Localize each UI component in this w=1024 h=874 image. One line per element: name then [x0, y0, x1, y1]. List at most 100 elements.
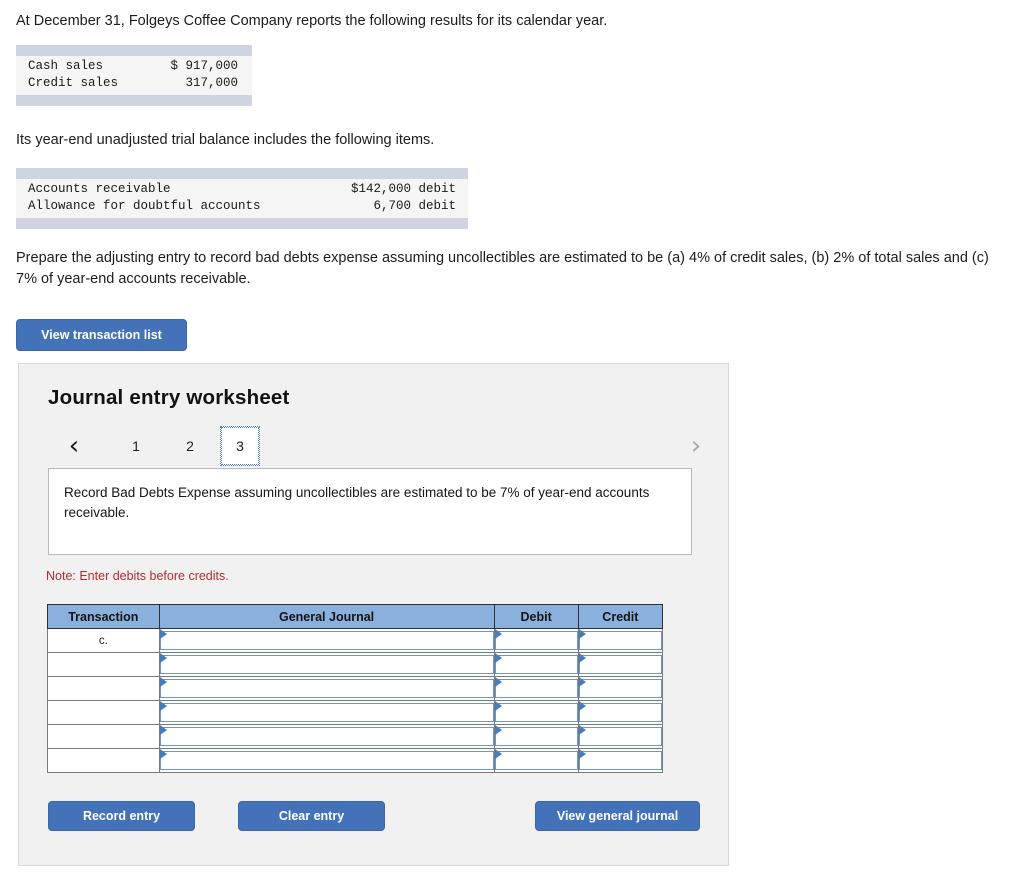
debit-cell[interactable] [493, 652, 579, 677]
general-journal-dropdown[interactable] [159, 679, 494, 698]
row-label: Allowance for doubtful accounts [28, 199, 261, 213]
dropdown-arrow-icon [159, 653, 167, 663]
dropdown-arrow-icon [578, 749, 586, 759]
column-header-debit: Debit [493, 604, 579, 629]
credit-cell[interactable] [577, 700, 664, 725]
transaction-cell[interactable] [47, 676, 160, 701]
dropdown-arrow-icon [494, 749, 502, 759]
table-bottom-bar [16, 218, 468, 229]
row-label: Cash sales [28, 59, 104, 73]
row-value: 6,700 debit [373, 199, 456, 213]
general-journal-dropdown[interactable] [159, 631, 494, 650]
instruction-box: Record Bad Debts Expense assuming uncoll… [48, 468, 692, 555]
table-row: c. [47, 628, 664, 653]
dropdown-arrow-icon [578, 725, 586, 735]
view-general-journal-button[interactable]: View general journal [535, 801, 700, 831]
row-label: Credit sales [28, 76, 119, 90]
general-journal-cell[interactable] [158, 724, 495, 749]
debit-dropdown[interactable] [494, 679, 578, 698]
credit-cell[interactable] [577, 676, 664, 701]
row-value: $142,000 debit [350, 182, 456, 196]
dropdown-arrow-icon [494, 629, 502, 639]
worksheet-tab-3[interactable]: 3 [220, 426, 260, 466]
instruction-text: Record Bad Debts Expense assuming uncoll… [64, 485, 650, 521]
credit-cell[interactable] [577, 724, 664, 749]
trial-balance-table: Accounts receivable $142,000 debit Allow… [16, 168, 468, 229]
row-value: 317,000 [185, 76, 238, 90]
dropdown-arrow-icon [159, 725, 167, 735]
table-row [47, 700, 664, 725]
debit-cell[interactable] [493, 700, 579, 725]
chevron-left-icon[interactable]: ‹ [59, 424, 89, 467]
credit-cell[interactable] [577, 652, 664, 677]
general-journal-cell[interactable] [158, 652, 495, 677]
transaction-cell[interactable] [47, 652, 160, 677]
table-row [47, 748, 664, 773]
credit-dropdown[interactable] [578, 703, 662, 722]
general-journal-dropdown[interactable] [159, 655, 494, 674]
journal-table-body: c. [47, 628, 664, 773]
credit-dropdown[interactable] [578, 631, 662, 650]
dropdown-arrow-icon [494, 725, 502, 735]
general-journal-dropdown[interactable] [159, 751, 494, 770]
dropdown-arrow-icon [159, 749, 167, 759]
general-journal-cell[interactable] [158, 676, 495, 701]
transaction-cell[interactable] [47, 724, 160, 749]
debit-cell[interactable] [493, 628, 579, 653]
row-value: $ 917,000 [170, 59, 238, 73]
general-journal-dropdown[interactable] [159, 727, 494, 746]
table-header-row: Transaction General Journal Debit Credit [47, 604, 664, 629]
general-journal-cell[interactable] [158, 748, 495, 773]
view-transaction-list-button[interactable]: View transaction list [16, 319, 187, 351]
table-row: Cash sales $ 917,000 [16, 58, 252, 75]
dropdown-arrow-icon [494, 701, 502, 711]
column-header-general-journal: General Journal [158, 604, 495, 629]
credit-cell[interactable] [577, 748, 664, 773]
debits-before-credits-note: Note: Enter debits before credits. [46, 569, 229, 583]
clear-entry-button[interactable]: Clear entry [238, 801, 385, 831]
dropdown-arrow-icon [494, 653, 502, 663]
debit-cell[interactable] [493, 748, 579, 773]
dropdown-arrow-icon [578, 653, 586, 663]
general-journal-cell[interactable] [158, 628, 495, 653]
transaction-cell[interactable] [47, 748, 160, 773]
credit-dropdown[interactable] [578, 655, 662, 674]
debit-cell[interactable] [493, 676, 579, 701]
dropdown-arrow-icon [159, 629, 167, 639]
transaction-cell[interactable] [47, 700, 160, 725]
table-top-bar [16, 45, 252, 56]
chevron-right-icon[interactable]: › [681, 424, 711, 467]
debit-dropdown[interactable] [494, 631, 578, 650]
credit-dropdown[interactable] [578, 751, 662, 770]
dropdown-arrow-icon [578, 701, 586, 711]
page-root: At December 31, Folgeys Coffee Company r… [0, 0, 1024, 874]
table-row [47, 676, 664, 701]
transaction-cell[interactable]: c. [47, 628, 160, 653]
record-entry-button[interactable]: Record entry [48, 801, 195, 831]
debit-cell[interactable] [493, 724, 579, 749]
journal-entry-worksheet-panel: Journal entry worksheet ‹ 1 2 3 › Record… [18, 363, 729, 866]
debit-dropdown[interactable] [494, 751, 578, 770]
general-journal-dropdown[interactable] [159, 703, 494, 722]
debit-dropdown[interactable] [494, 655, 578, 674]
debit-dropdown[interactable] [494, 727, 578, 746]
task-instructions: Prepare the adjusting entry to record ba… [16, 250, 989, 288]
worksheet-tab-2[interactable]: 2 [171, 427, 209, 465]
column-header-transaction: Transaction [47, 604, 160, 629]
general-journal-cell[interactable] [158, 700, 495, 725]
credit-cell[interactable] [577, 628, 664, 653]
credit-dropdown[interactable] [578, 727, 662, 746]
row-label: Accounts receivable [28, 182, 171, 196]
credit-dropdown[interactable] [578, 679, 662, 698]
sales-summary-table: Cash sales $ 917,000 Credit sales 317,00… [16, 45, 252, 106]
debit-dropdown[interactable] [494, 703, 578, 722]
worksheet-tab-1[interactable]: 1 [117, 427, 155, 465]
table-bottom-bar [16, 95, 252, 106]
worksheet-pager: ‹ 1 2 3 › [43, 424, 711, 467]
table-row: Allowance for doubtful accounts 6,700 de… [16, 198, 468, 215]
table-row: Accounts receivable $142,000 debit [16, 181, 468, 198]
intro-line-2: Its year-end unadjusted trial balance in… [16, 132, 435, 148]
table-row [47, 652, 664, 677]
dropdown-arrow-icon [159, 677, 167, 687]
table-body: Cash sales $ 917,000 Credit sales 317,00… [16, 56, 252, 95]
